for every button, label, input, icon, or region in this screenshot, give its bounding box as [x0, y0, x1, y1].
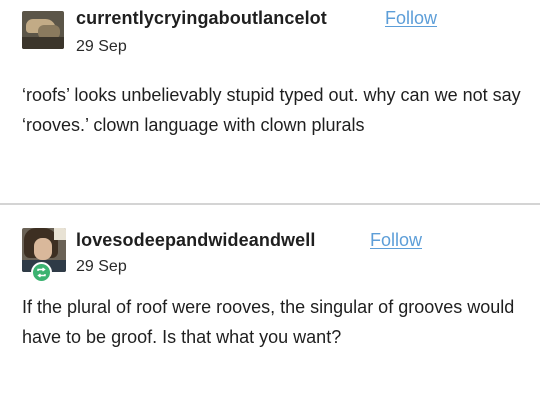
post-1: currentlycryingaboutlancelot Follow 29 S…	[0, 0, 540, 205]
post-2: lovesodeepandwideandwell Follow 29 Sep I…	[0, 206, 540, 410]
reblog-icon	[31, 262, 52, 283]
post-1-body: ‘roofs’ looks unbelievably stupid typed …	[22, 85, 521, 135]
post-2-date: 29 Sep	[76, 258, 127, 275]
user-avatar-icon[interactable]	[22, 11, 64, 49]
post-2-body: If the plural of roof were rooves, the s…	[22, 297, 515, 347]
post-1-username[interactable]: currentlycryingaboutlancelot	[76, 8, 327, 29]
post-2-username[interactable]: lovesodeepandwideandwell	[76, 230, 315, 251]
post-1-follow-button[interactable]: Follow	[385, 8, 437, 29]
post-2-follow-button[interactable]: Follow	[370, 230, 422, 251]
post-divider	[0, 203, 540, 205]
post-1-date: 29 Sep	[76, 38, 127, 55]
